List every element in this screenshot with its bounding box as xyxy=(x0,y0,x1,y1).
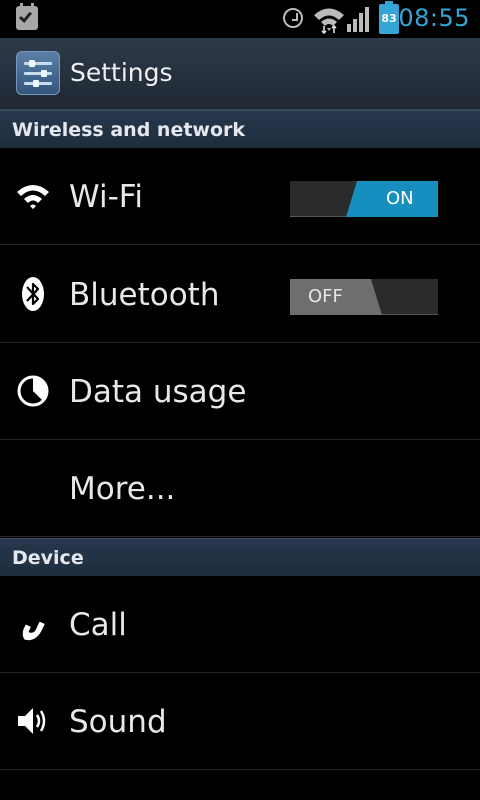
list-item-label: Call xyxy=(69,607,127,643)
bluetooth-icon xyxy=(22,277,44,311)
section-header-label: Device xyxy=(12,547,84,569)
data-usage-icon xyxy=(17,375,49,407)
list-item-label: Sound xyxy=(69,704,167,740)
signal-strength-icon xyxy=(347,7,369,32)
section-header-wireless: Wireless and network xyxy=(0,110,480,148)
status-bar: 83 08:55 xyxy=(0,0,480,38)
list-item-label: Data usage xyxy=(69,374,247,410)
section-header-device: Device xyxy=(0,538,480,576)
list-item-label: Bluetooth xyxy=(69,277,220,313)
wifi-icon xyxy=(17,185,49,209)
toggle-state: OFF xyxy=(308,286,343,307)
toggle-knob: OFF xyxy=(290,279,382,315)
battery-icon: 83 xyxy=(379,1,399,34)
alarm-clock-icon xyxy=(283,8,303,28)
battery-level: 83 xyxy=(381,12,397,25)
wifi-status-icon xyxy=(314,8,344,34)
list-item-bluetooth[interactable]: Bluetooth OFF xyxy=(0,246,480,343)
list-item-data-usage[interactable]: Data usage xyxy=(0,343,480,440)
page-title: Settings xyxy=(70,58,173,87)
section-header-label: Wireless and network xyxy=(12,119,246,141)
checklist-notification-icon xyxy=(16,3,38,30)
list-item-wifi[interactable]: Wi-Fi ON xyxy=(0,148,480,245)
list-item-label: Wi-Fi xyxy=(69,179,143,215)
list-item-call[interactable]: Call xyxy=(0,576,480,673)
toggle-knob: ON xyxy=(346,181,438,217)
action-bar: Settings xyxy=(0,38,480,110)
phone-icon xyxy=(22,621,45,641)
bluetooth-toggle[interactable]: OFF xyxy=(290,279,438,315)
list-item-more[interactable]: More... xyxy=(0,440,480,537)
list-item-label: More... xyxy=(69,471,176,507)
status-time: 08:55 xyxy=(398,4,470,32)
list-item-sound[interactable]: Sound xyxy=(0,673,480,770)
speaker-icon xyxy=(18,708,46,734)
toggle-state: ON xyxy=(386,188,414,209)
wifi-toggle[interactable]: ON xyxy=(290,181,438,217)
settings-sliders-icon[interactable] xyxy=(16,51,60,95)
